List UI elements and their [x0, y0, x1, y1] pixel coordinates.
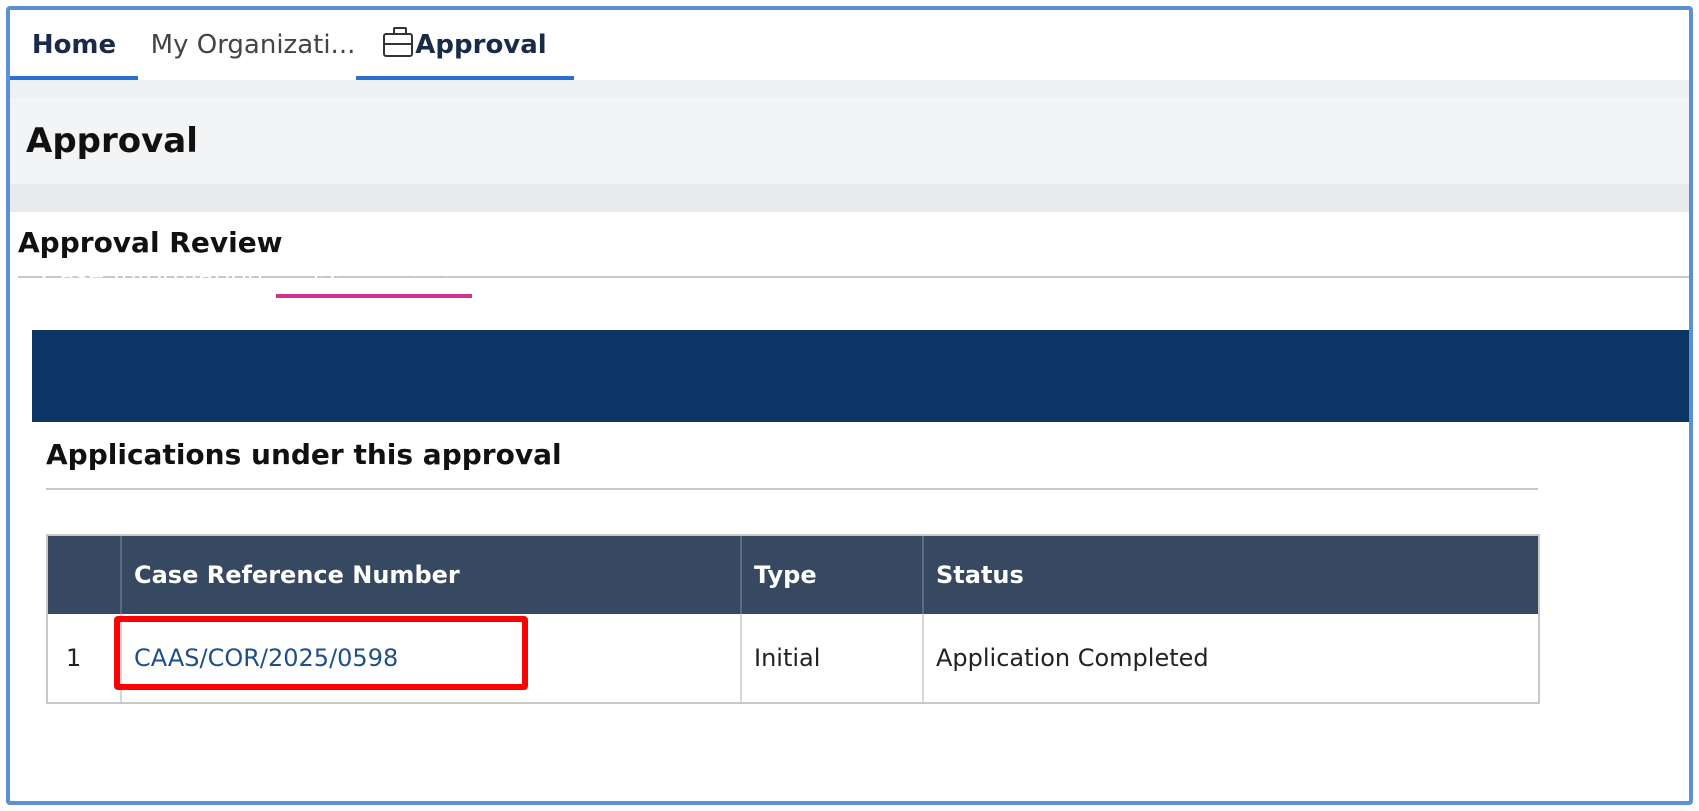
tab-my-organization[interactable]: My Organizati...	[148, 10, 358, 80]
column-header-type[interactable]: Type	[740, 536, 922, 614]
tab-applications[interactable]: Applications	[276, 238, 472, 298]
inner-tab-bar	[32, 330, 1689, 422]
applications-divider	[46, 488, 1538, 490]
case-reference-link[interactable]: CAAS/COR/2025/0598	[120, 614, 740, 702]
row-index: 1	[66, 644, 82, 672]
app-window: Home My Organizati... Approval Approval …	[6, 6, 1693, 805]
row-status: Application Completed	[922, 614, 1538, 702]
column-header-status[interactable]: Status	[922, 536, 1538, 614]
table-row[interactable]: 1 CAAS/COR/2025/0598 Initial Application…	[48, 614, 1538, 702]
tab-case-information[interactable]: Case Information	[32, 246, 272, 306]
page-header: Approval	[10, 98, 1689, 184]
briefcase-icon	[383, 27, 414, 57]
tab-applications-underline	[276, 294, 472, 298]
tab-my-organization-label: My Organizati...	[150, 30, 356, 60]
column-header-index	[48, 536, 120, 614]
tab-home[interactable]: Home	[10, 10, 138, 80]
tab-home-label: Home	[31, 30, 117, 60]
table-header: Case Reference Number Type Status	[48, 536, 1538, 614]
header-sub-band	[10, 184, 1689, 212]
applications-table: Case Reference Number Type Status 1 CAAS…	[46, 534, 1540, 704]
page-title: Approval	[26, 121, 198, 161]
applications-heading: Applications under this approval	[46, 438, 562, 471]
tab-approval-label: Approval	[415, 30, 547, 60]
tab-approval[interactable]: Approval	[356, 10, 574, 80]
column-header-case-reference[interactable]: Case Reference Number	[120, 536, 740, 614]
approval-review-panel: Approval Review Case Information Applica…	[18, 212, 1689, 801]
tab-applications-label: Applications	[294, 253, 454, 283]
tab-case-information-label: Case Information	[40, 261, 264, 291]
top-divider-band	[10, 80, 1689, 98]
row-type: Initial	[740, 614, 922, 702]
top-tab-bar: Home My Organizati... Approval	[10, 10, 1689, 80]
